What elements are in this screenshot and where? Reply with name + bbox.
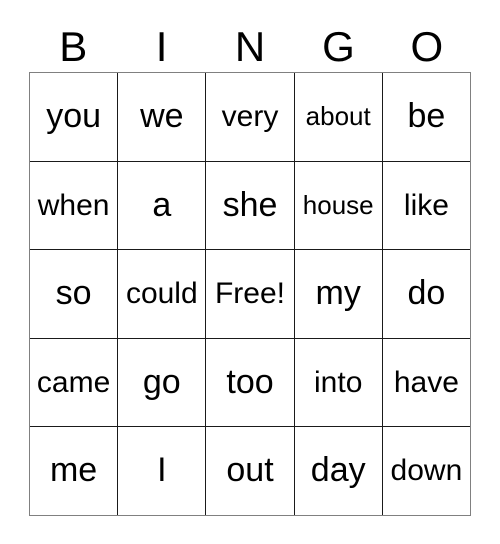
bingo-header-row: B I N G O [29, 22, 471, 72]
bingo-cell[interactable]: do [381, 250, 471, 338]
bingo-cell-label: she [222, 185, 278, 224]
bingo-cell[interactable]: I [117, 427, 206, 515]
bingo-cell-label: house [302, 189, 374, 220]
bingo-cell[interactable]: a [117, 161, 206, 250]
bingo-cell[interactable]: have [381, 338, 471, 427]
bingo-cell-label: about [305, 101, 371, 132]
bingo-cell-label: you [46, 96, 102, 135]
bingo-cell[interactable]: about [293, 73, 382, 161]
bingo-free-cell[interactable]: Free! [205, 250, 294, 338]
bingo-cell-label: too [226, 362, 274, 401]
bingo-cell[interactable]: very [205, 73, 294, 161]
bingo-row: you we very about be [30, 73, 471, 161]
bingo-cell-label: be [407, 96, 446, 135]
bingo-cell-label: when [37, 188, 110, 222]
bingo-cell[interactable]: out [205, 427, 294, 515]
bingo-cell-label: we [140, 96, 184, 135]
bingo-cell[interactable]: be [381, 73, 471, 161]
bingo-cell-label: a [152, 185, 172, 224]
bingo-header-letter-g: G [322, 23, 355, 70]
bingo-cell[interactable]: house [293, 161, 382, 250]
bingo-cell[interactable]: into [293, 338, 382, 427]
bingo-cell[interactable]: she [205, 161, 294, 250]
bingo-cell[interactable]: so [30, 250, 118, 338]
bingo-header-letter-n: N [234, 23, 266, 70]
bingo-header-letter-i: I [155, 23, 168, 70]
bingo-cell-label: down [390, 454, 463, 488]
bingo-cell[interactable]: came [30, 338, 118, 427]
bingo-cell-label: I [157, 451, 167, 490]
bingo-cell-label: day [310, 451, 366, 490]
bingo-cell[interactable]: down [381, 427, 471, 515]
bingo-cell-label: me [49, 451, 98, 490]
bingo-cell[interactable]: go [117, 338, 206, 427]
bingo-cell-label: very [221, 100, 279, 134]
bingo-cell-label: do [407, 274, 446, 313]
bingo-cell-label: like [403, 188, 449, 222]
bingo-cell[interactable]: you [30, 73, 118, 161]
bingo-cell-label: could [125, 277, 198, 311]
bingo-row: so could Free! my do [30, 249, 471, 338]
bingo-cell[interactable]: my [293, 250, 382, 338]
bingo-cell-label: out [226, 451, 274, 490]
bingo-cell-label: so [55, 274, 92, 313]
bingo-grid: you we very about be when a she house li… [29, 72, 471, 516]
bingo-cell-label: have [393, 365, 459, 399]
bingo-cell-label: my [315, 274, 361, 313]
bingo-free-label: Free! [214, 277, 286, 311]
bingo-cell[interactable]: like [381, 161, 471, 250]
bingo-header-letter-o: O [410, 23, 444, 70]
bingo-cell-label: came [36, 365, 111, 399]
bingo-card: B I N G O you we very about be when a sh… [0, 0, 500, 544]
bingo-cell[interactable]: too [205, 338, 294, 427]
bingo-cell[interactable]: we [117, 73, 206, 161]
bingo-row: when a she house like [30, 160, 471, 250]
bingo-header-letter-b: B [59, 23, 88, 70]
bingo-cell[interactable]: day [293, 427, 382, 515]
bingo-row: came go too into have [30, 337, 471, 427]
bingo-cell[interactable]: when [30, 161, 118, 250]
bingo-cell[interactable]: me [30, 427, 118, 515]
bingo-row: me I out day down [30, 426, 471, 515]
bingo-cell[interactable]: could [117, 250, 206, 338]
bingo-cell-label: go [142, 362, 181, 401]
bingo-cell-label: into [314, 365, 363, 399]
